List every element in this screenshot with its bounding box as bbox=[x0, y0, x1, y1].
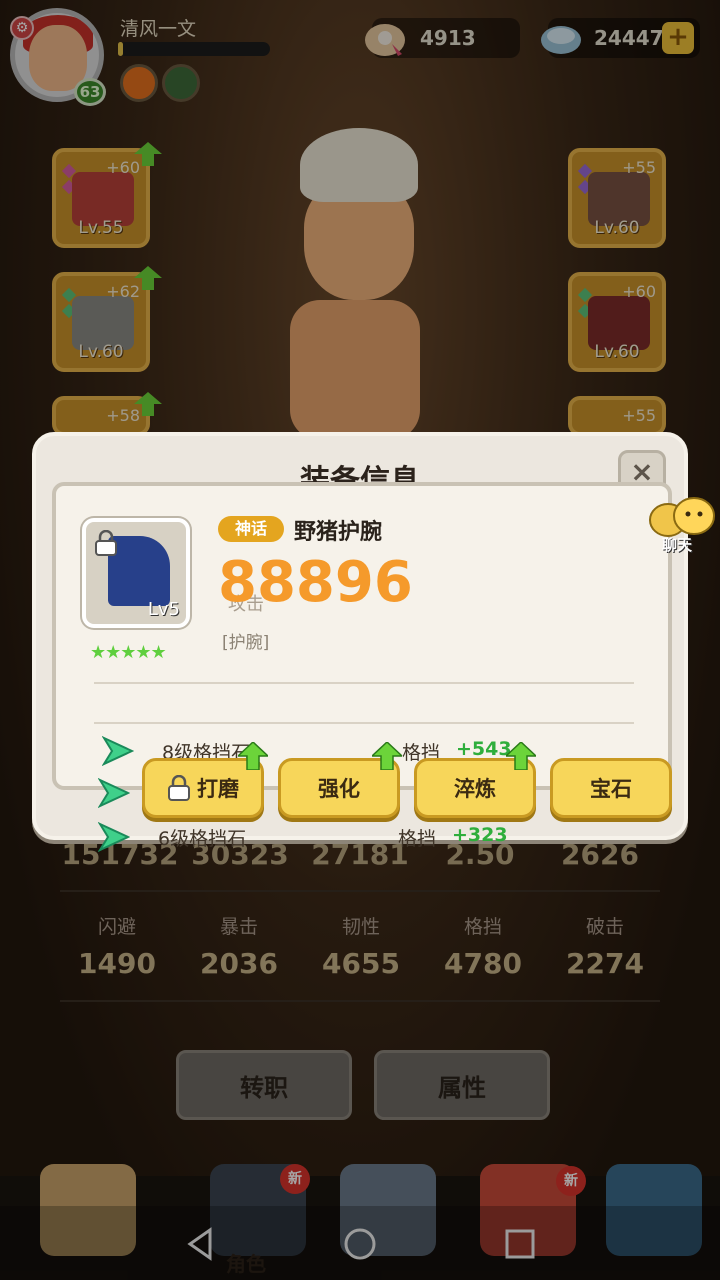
item-type: [护腕] bbox=[222, 633, 270, 653]
gem-value: +323 bbox=[452, 824, 508, 846]
gem-value: +543 bbox=[456, 738, 512, 760]
divider bbox=[94, 682, 634, 684]
green-gem-icon bbox=[98, 822, 130, 852]
gem-row: 6级格挡石 格挡 +323 bbox=[98, 822, 638, 852]
item-name: 野猪护腕 bbox=[294, 520, 383, 545]
item-power: 88896 bbox=[218, 550, 413, 615]
green-gem-icon bbox=[102, 736, 134, 766]
divider bbox=[94, 722, 634, 724]
gem-name: 6级格挡石 bbox=[158, 828, 247, 850]
rarity-badge: 神话 bbox=[218, 516, 284, 542]
upgrade-arrow-icon bbox=[372, 742, 402, 770]
equipment-info-dialog: 装备信息 × Lv5 ★★★★★ 神话 野猪护腕 攻击 88896 [护腕] 8… bbox=[32, 432, 688, 852]
green-gem-icon bbox=[98, 778, 130, 808]
polish-label: 打磨 bbox=[197, 777, 239, 801]
item-level: Lv5 bbox=[147, 599, 180, 620]
lock-icon bbox=[168, 775, 190, 801]
item-stars: ★★★★★ bbox=[90, 642, 167, 663]
chat-label[interactable]: 聊天 bbox=[662, 534, 692, 555]
gem-stat: 格挡 bbox=[398, 828, 437, 850]
gem-button[interactable]: 宝石 bbox=[550, 758, 672, 818]
item-icon-frame[interactable]: Lv5 bbox=[82, 518, 190, 628]
gem-row bbox=[98, 778, 158, 808]
item-detail-panel: Lv5 ★★★★★ 神话 野猪护腕 攻击 88896 [护腕] 8级格挡石 格挡… bbox=[52, 482, 672, 790]
upgrade-arrow-icon bbox=[238, 742, 268, 770]
lock-icon bbox=[95, 530, 117, 556]
upgrade-arrow-icon bbox=[506, 742, 536, 770]
